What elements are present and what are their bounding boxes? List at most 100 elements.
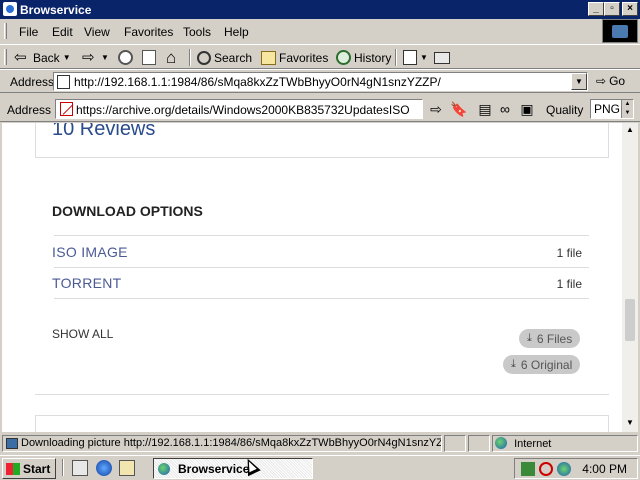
next-section (35, 415, 609, 432)
files-button[interactable]: ⤓ 6 Files (519, 329, 581, 348)
address-input[interactable]: http://192.168.1.1:1984/86/sMqa8kxZzTWbB… (53, 72, 588, 91)
toolbar-grip (4, 49, 7, 65)
download-icon: ⤓ (527, 332, 532, 344)
find-binoculars-icon[interactable]: ∞ (497, 101, 513, 117)
browservice-address-label: Address (7, 103, 52, 117)
history-button[interactable]: History (336, 48, 391, 67)
chevron-down-icon[interactable]: ▼ (420, 53, 428, 62)
network-icon[interactable] (521, 462, 535, 476)
favorites-label: Favorites (279, 50, 329, 65)
search-icon (197, 50, 211, 65)
go-label: Go (609, 74, 626, 88)
divider (54, 298, 589, 299)
history-label: History (354, 50, 392, 65)
stop-button[interactable] (118, 48, 133, 67)
menu-edit[interactable]: Edit (52, 25, 73, 39)
menu-view[interactable]: View (84, 25, 110, 39)
maximize-button[interactable]: ▫ (604, 2, 620, 16)
print-button[interactable] (434, 48, 450, 67)
stop-icon (118, 50, 133, 65)
menu-bar: File Edit View Favorites Tools Help (0, 19, 640, 43)
status-bar: Downloading picture http://192.168.1.1:1… (0, 433, 640, 453)
system-tray: 4:00 PM (514, 458, 638, 479)
page-viewport: 10 Reviews DOWNLOAD OPTIONS ISO IMAGE 1 … (2, 123, 622, 432)
go-arrow-icon: ⇨ (596, 74, 607, 88)
insecure-page-icon (60, 102, 73, 116)
status-panel (468, 435, 490, 452)
reviews-title[interactable]: 10 Reviews (52, 123, 155, 141)
start-label: Start (23, 461, 51, 476)
toolbar-separator (189, 49, 191, 66)
quality-select[interactable]: PNG ▲ ▼ (590, 99, 634, 119)
clipboard-icon[interactable]: ▣ (519, 101, 535, 117)
forward-button[interactable]: ▼ (82, 48, 109, 67)
address-dropdown-button[interactable]: ▼ (571, 73, 587, 90)
quality-label: Quality (546, 103, 584, 117)
search-label: Search (214, 50, 253, 65)
menu-file[interactable]: File (19, 25, 38, 39)
search-button[interactable]: Search (197, 48, 252, 67)
chevron-down-icon[interactable]: ▼ (101, 53, 109, 62)
menu-favorites[interactable]: Favorites (124, 25, 173, 39)
browservice-toolbar: Address https://archive.org/details/Wind… (0, 97, 640, 122)
refresh-button[interactable] (142, 48, 156, 67)
divider (54, 235, 589, 236)
toolbar-separator (395, 49, 397, 66)
start-button[interactable]: Start (2, 458, 56, 479)
address-bar: Address http://192.168.1.1:1984/86/sMqa8… (0, 69, 640, 93)
outlook-express-icon[interactable] (119, 460, 135, 476)
home-button[interactable] (166, 48, 182, 67)
status-panel (444, 435, 466, 452)
show-all-link[interactable]: SHOW ALL (52, 327, 113, 341)
address-label: Address (10, 75, 55, 89)
security-zone-panel: Internet (492, 435, 638, 452)
standard-toolbar: Back ▼ ▼ Search Favorites History ▼ (0, 44, 640, 69)
browser-app-icon (3, 2, 17, 16)
menubar-grip (4, 23, 7, 39)
history-icon (336, 50, 351, 65)
forward-arrow-icon (82, 50, 98, 66)
taskbar-separator (62, 459, 64, 476)
format-link-torrent[interactable]: TORRENT (52, 275, 122, 291)
scroll-up-icon[interactable]: ▲ (624, 124, 636, 136)
taskbar-browservice-button[interactable]: Browservice (153, 458, 313, 479)
show-desktop-icon[interactable] (72, 460, 88, 476)
menu-tools[interactable]: Tools (183, 25, 211, 39)
favorites-button[interactable]: Favorites (261, 48, 328, 67)
taskbar: Start Browservice 4:00 PM (0, 455, 640, 480)
status-text-panel: Downloading picture http://192.168.1.1:1… (2, 435, 442, 452)
edit-button[interactable]: ▼ (403, 48, 428, 67)
back-button[interactable]: Back ▼ (14, 48, 71, 67)
chevron-down-icon[interactable]: ▼ (63, 53, 71, 62)
close-button[interactable]: × (622, 2, 638, 16)
quality-spinner[interactable]: ▲ ▼ (621, 100, 633, 118)
scroll-thumb[interactable] (625, 299, 635, 341)
original-button[interactable]: ⤓ 6 Original (503, 355, 581, 374)
bookmark-icon[interactable]: 🔖 (450, 101, 467, 117)
download-options-heading: DOWNLOAD OPTIONS (52, 203, 203, 219)
globe-tray-icon[interactable] (557, 462, 571, 476)
vertical-scrollbar[interactable]: ▲ ▼ (622, 123, 638, 432)
go-button[interactable]: ⇨ Go (596, 74, 625, 88)
downloading-icon (6, 438, 18, 449)
edit-page-icon (403, 50, 417, 65)
browservice-address-input[interactable]: https://archive.org/details/Windows2000K… (55, 99, 423, 119)
search-tray-icon[interactable] (539, 462, 553, 476)
scroll-down-icon[interactable]: ▼ (624, 417, 636, 429)
go-arrow-icon[interactable]: ⇨ (428, 101, 444, 117)
page-icon (57, 75, 70, 89)
menu-help[interactable]: Help (224, 25, 249, 39)
address-url: http://192.168.1.1:1984/86/sMqa8kxZzTWbB… (74, 75, 441, 89)
browser-app-icon (158, 462, 170, 475)
zone-label: Internet (514, 438, 552, 450)
bookmarks-list-icon[interactable]: ▤ (477, 101, 493, 117)
download-icon: ⤓ (511, 358, 516, 370)
format-count: 1 file (556, 277, 582, 291)
browservice-url: https://archive.org/details/Windows2000K… (76, 103, 410, 117)
status-text: Downloading picture http://192.168.1.1:1… (21, 437, 442, 449)
quality-value: PNG (594, 102, 621, 116)
minimize-button[interactable]: _ (588, 2, 604, 16)
format-link-iso-image[interactable]: ISO IMAGE (52, 244, 128, 260)
internet-explorer-icon[interactable] (96, 460, 112, 476)
title-bar: Browservice _ ▫ × (0, 0, 640, 19)
